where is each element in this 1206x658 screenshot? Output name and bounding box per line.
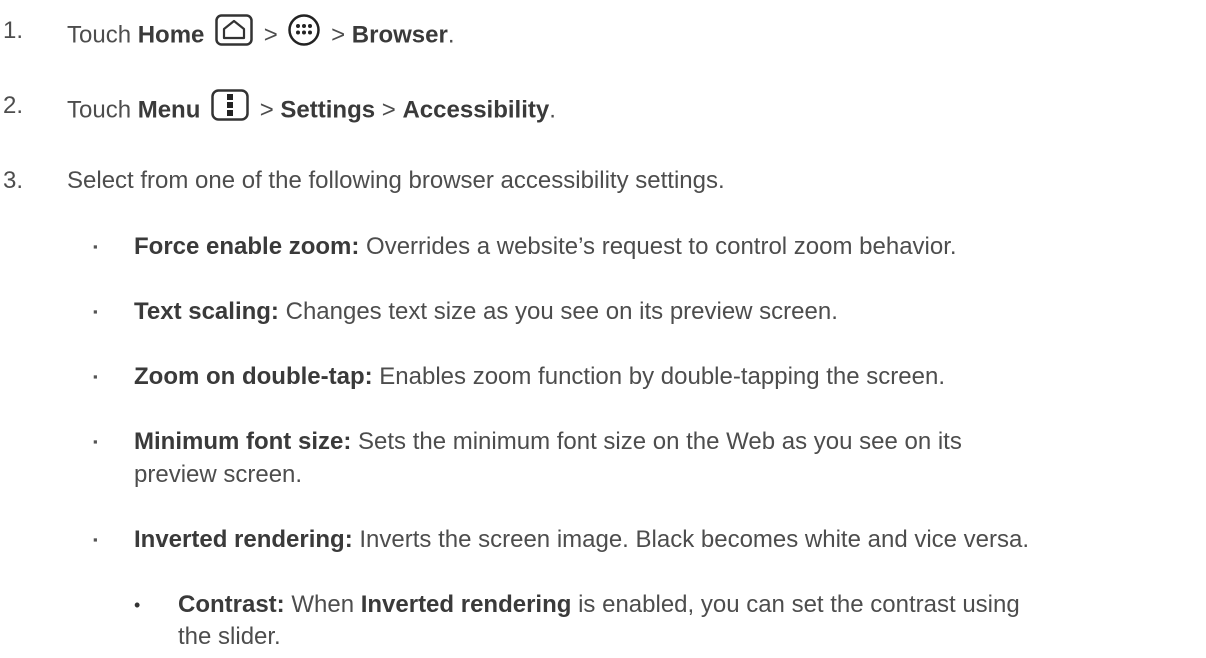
step-number: 2. — [3, 92, 24, 119]
option-term: Zoom on double-tap: — [134, 363, 373, 390]
option-desc: preview screen. — [134, 461, 303, 488]
browser-label: Browser — [351, 21, 448, 49]
option-desc: Changes text size as you see on its prev… — [278, 298, 838, 325]
apps-icon — [288, 14, 321, 54]
step-text: Touch — [67, 96, 138, 124]
bullet: ▪ — [93, 239, 98, 254]
menu-label: Menu — [137, 96, 201, 124]
settings-label: Settings — [280, 96, 376, 124]
option-desc: Inverts the screen image. Black becomes … — [352, 526, 1030, 553]
option-term: Minimum font size: — [134, 428, 352, 455]
option-term: Text scaling: — [134, 298, 279, 325]
step-number: 1. — [3, 17, 24, 44]
sub-option-term: Contrast: — [178, 591, 285, 618]
home-label: Home — [137, 21, 205, 49]
option-desc: Sets the minimum font size on the Web as… — [351, 428, 962, 455]
option-term: Force enable zoom: — [134, 233, 360, 260]
sub-option-desc: the slider. — [178, 623, 281, 650]
period: . — [447, 21, 455, 49]
instructions-page: 1. Touch Home > > Browser. 2. Touch Menu… — [0, 0, 1206, 658]
separator: > — [375, 96, 403, 124]
home-icon — [215, 14, 253, 54]
step-text: Touch — [67, 21, 138, 49]
separator: > — [253, 96, 281, 124]
bullet: • — [134, 595, 141, 615]
bullet: ▪ — [93, 304, 98, 319]
step-number: 3. — [3, 167, 24, 194]
sub-option-term-ref: Inverted rendering — [360, 591, 572, 618]
bullet: ▪ — [93, 434, 98, 449]
sub-option-desc: When — [284, 591, 361, 618]
accessibility-label: Accessibility — [402, 96, 550, 124]
option-term: Inverted rendering: — [134, 526, 353, 553]
step-text: Select from one of the following browser… — [67, 167, 725, 194]
sub-option-desc: is enabled, you can set the contrast usi… — [571, 591, 1020, 618]
period: . — [549, 96, 556, 124]
separator: > — [257, 21, 285, 49]
bullet: ▪ — [93, 532, 98, 547]
menu-icon — [211, 89, 249, 129]
option-desc: Overrides a website’s request to control… — [359, 233, 957, 260]
bullet: ▪ — [93, 369, 98, 384]
separator: > — [324, 21, 352, 49]
option-desc: Enables zoom function by double-tapping … — [372, 363, 945, 390]
